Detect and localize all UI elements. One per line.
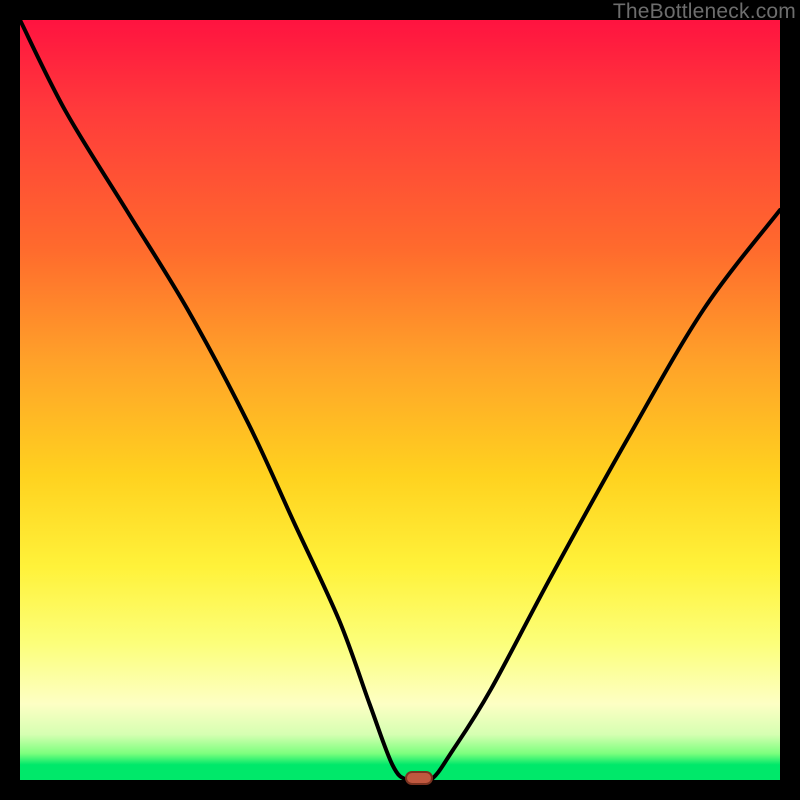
chart-frame xyxy=(20,20,780,780)
bottleneck-curve xyxy=(20,20,780,780)
optimal-point-marker xyxy=(405,771,433,785)
watermark-text: TheBottleneck.com xyxy=(613,0,796,24)
